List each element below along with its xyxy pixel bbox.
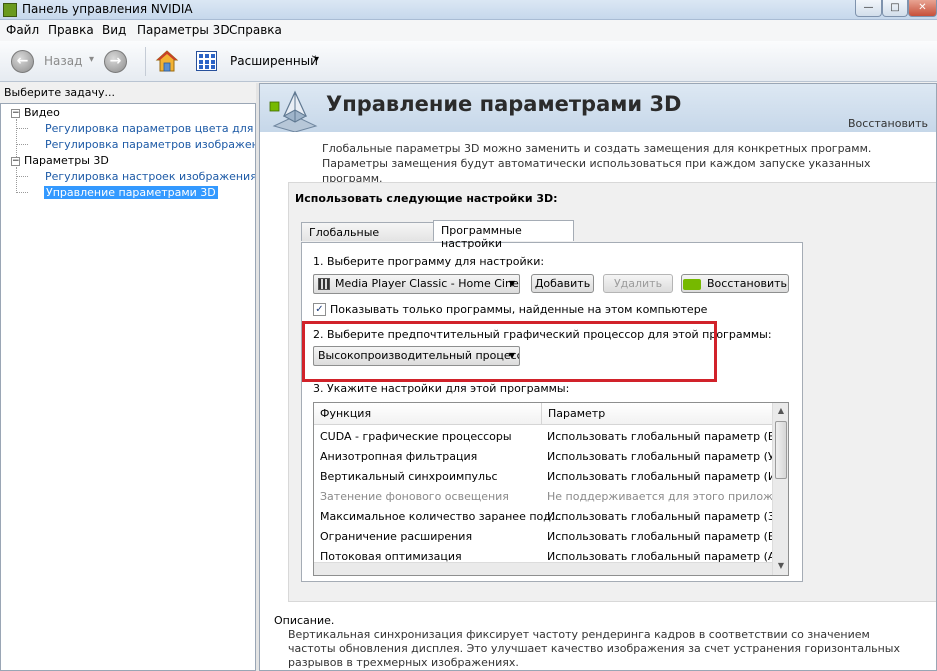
tree-item-manage-3d-settings[interactable]: Управление параметрами 3D xyxy=(44,186,218,199)
program-icon xyxy=(318,278,330,290)
program-settings-list[interactable]: Функция Параметр CUDA - графические проц… xyxy=(313,402,789,576)
row-feature: Анизотропная фильтрация xyxy=(320,450,478,463)
back-button-label[interactable]: Назад xyxy=(44,54,82,68)
view-dropdown-icon[interactable]: ▾ xyxy=(314,54,319,65)
horizontal-scrollbar[interactable] xyxy=(314,562,772,575)
back-arrow-icon[interactable]: ← xyxy=(11,50,34,73)
menu-bar: Файл Правка Вид Параметры 3D Справка xyxy=(0,20,937,41)
minimize-button[interactable]: — xyxy=(855,0,882,17)
scrollbar-thumb[interactable] xyxy=(775,421,787,479)
tree-group-label: Видео xyxy=(24,106,60,119)
column-header-setting[interactable]: Параметр xyxy=(548,407,605,420)
task-tree: − Видео Регулировка параметров цвета для … xyxy=(0,103,256,671)
row-setting: Не поддерживается для этого приложе... xyxy=(547,490,789,503)
tree-group-video[interactable]: − Видео xyxy=(11,106,60,119)
row-feature: CUDA - графические процессоры xyxy=(320,430,512,443)
page-title: Управление параметрами 3D xyxy=(326,92,682,116)
menu-help[interactable]: Справка xyxy=(229,23,282,37)
maximize-button[interactable]: □ xyxy=(882,0,908,17)
restore-defaults-link[interactable]: Восстановить xyxy=(848,117,928,130)
table-row[interactable]: Анизотропная фильтрация Использовать гло… xyxy=(314,447,785,467)
collapse-icon[interactable]: − xyxy=(11,108,20,118)
nvidia-logo-icon xyxy=(683,278,702,290)
toolbar: ← Назад ▾ → Расширенный ▾ xyxy=(0,41,937,82)
row-feature: Затенение фонового освещения xyxy=(320,490,509,503)
table-row[interactable]: Ограничение расширения Использовать глоб… xyxy=(314,527,786,547)
row-feature: Максимальное количество заранее под... xyxy=(320,510,562,523)
tree-item-color-settings[interactable]: Регулировка параметров цвета для вид xyxy=(45,122,255,135)
collapse-icon[interactable]: − xyxy=(11,156,20,166)
remove-program-button[interactable]: Удалить xyxy=(603,274,673,293)
table-row[interactable]: Затенение фонового освещения Не поддержи… xyxy=(314,487,788,507)
row-setting: Использовать глобальный параметр (В... xyxy=(547,530,786,543)
gpu-highlight-box xyxy=(302,321,717,382)
row-setting: Использовать глобальный параметр (Все) xyxy=(547,430,789,443)
view-mode-label[interactable]: Расширенный xyxy=(230,54,318,68)
tree-group-label: Параметры 3D xyxy=(24,154,109,167)
forward-arrow-icon[interactable]: → xyxy=(104,50,127,73)
show-found-only-checkbox[interactable]: ✓ xyxy=(313,303,326,316)
table-row[interactable]: Вертикальный синхроимпульс Использовать … xyxy=(314,467,787,487)
grid-view-icon[interactable] xyxy=(196,51,217,71)
program-select-value: Media Player Classic - Home Cinem xyxy=(335,277,520,290)
row-setting: Использовать глобальный параметр (3) xyxy=(547,510,780,523)
step3-label: 3. Укажите настройки для этой программы: xyxy=(313,382,570,395)
close-button[interactable]: ✕ xyxy=(908,0,937,17)
tree-item-image-settings[interactable]: Регулировка параметров изображения д xyxy=(45,138,255,151)
step1-label: 1. Выберите программу для настройки: xyxy=(313,255,545,268)
add-program-button[interactable]: Добавить xyxy=(531,274,594,293)
scroll-down-icon[interactable]: ▼ xyxy=(774,559,788,573)
row-setting: Использовать глобальный параметр (И... xyxy=(547,470,787,483)
row-setting: Использовать глобальный параметр (У... xyxy=(547,450,786,463)
menu-view[interactable]: Вид xyxy=(102,23,126,37)
list-header: Функция Параметр xyxy=(314,403,772,425)
menu-file[interactable]: Файл xyxy=(6,23,39,37)
program-select[interactable]: Media Player Classic - Home Cinem ▼ xyxy=(313,274,520,294)
menu-edit[interactable]: Правка xyxy=(48,23,94,37)
tree-item-image-preview-settings[interactable]: Регулировка настроек изображения с пр xyxy=(45,170,255,183)
3d-settings-icon xyxy=(269,90,318,132)
tab-program-settings[interactable]: Программные настройки xyxy=(433,220,574,250)
nvidia-app-icon xyxy=(3,3,17,17)
description-text: Вертикальная синхронизация фиксирует час… xyxy=(288,628,900,669)
scroll-up-icon[interactable]: ▲ xyxy=(774,404,788,418)
column-header-feature[interactable]: Функция xyxy=(320,407,371,420)
task-panel-header: Выберите задачу... xyxy=(4,86,116,99)
tab-global-settings[interactable]: Глобальные параметры xyxy=(301,222,434,252)
row-feature: Ограничение расширения xyxy=(320,530,473,543)
tree-group-3d-settings[interactable]: − Параметры 3D xyxy=(11,154,109,167)
window-title: Панель управления NVIDIA xyxy=(22,2,193,16)
table-row[interactable]: CUDA - графические процессоры Использова… xyxy=(314,427,788,447)
toolbar-separator xyxy=(145,47,146,76)
row-feature: Вертикальный синхроимпульс xyxy=(320,470,498,483)
title-bar: Панель управления NVIDIA — □ ✕ xyxy=(0,0,937,20)
page-description: Глобальные параметры 3D можно заменить и… xyxy=(322,142,872,185)
restore-program-button[interactable]: Восстановить xyxy=(681,274,789,293)
vertical-scrollbar[interactable]: ▲ ▼ xyxy=(772,403,788,575)
show-found-only-label: Показывать только программы, найденные н… xyxy=(330,303,708,316)
restore-program-label: Восстановить xyxy=(707,277,787,290)
content-panel: Управление параметрами 3D Восстановить Г… xyxy=(259,83,937,671)
table-row[interactable]: Максимальное количество заранее под... И… xyxy=(314,507,779,527)
description-title: Описание. xyxy=(274,614,335,627)
page-banner: Управление параметрами 3D Восстановить xyxy=(260,84,936,132)
back-dropdown-icon[interactable]: ▾ xyxy=(89,54,94,65)
menu-3d-settings[interactable]: Параметры 3D xyxy=(137,23,230,37)
settings-heading: Использовать следующие настройки 3D: xyxy=(295,192,558,205)
chevron-down-icon: ▼ xyxy=(508,279,515,288)
home-icon[interactable] xyxy=(155,49,179,73)
